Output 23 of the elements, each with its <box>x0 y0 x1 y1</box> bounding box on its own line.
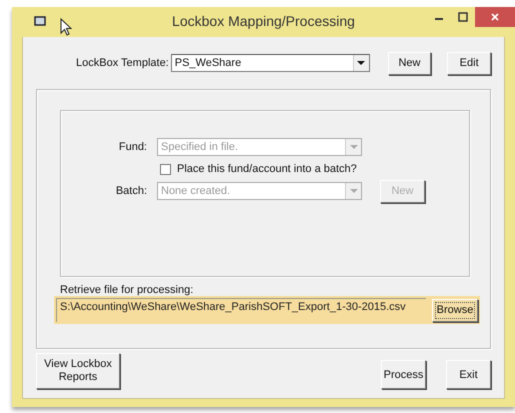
maximize-icon <box>458 12 468 22</box>
template-dropdown[interactable]: PS_WeShare <box>170 54 370 72</box>
process-button[interactable]: Process <box>381 360 426 389</box>
window-title: Lockbox Mapping/Processing <box>172 13 355 29</box>
file-label: Retrieve file for processing: <box>60 284 194 296</box>
close-icon <box>490 12 500 22</box>
view-reports-button[interactable]: View Lockbox Reports <box>36 353 120 389</box>
dropdown-arrow-icon <box>350 144 358 150</box>
new-button[interactable]: New <box>388 52 432 74</box>
batch-label: Batch: <box>114 185 147 197</box>
cursor-icon <box>60 18 72 36</box>
file-path-field[interactable]: S:\Accounting\WeShare\WeShare_ParishSOFT_Export_1-30-2015.csv <box>56 298 426 322</box>
exit-button[interactable]: Exit <box>446 360 491 389</box>
browse-button[interactable]: Browse <box>432 298 478 322</box>
batch-checkbox[interactable] <box>160 164 171 174</box>
fund-label: Fund: <box>118 141 147 153</box>
dropdown-arrow-icon <box>357 60 366 66</box>
checkbox-label: Place this fund/account into a batch? <box>177 163 357 175</box>
template-label: LockBox Template: <box>76 57 169 69</box>
close-button[interactable] <box>475 7 515 27</box>
window-icon <box>34 16 46 26</box>
edit-button[interactable]: Edit <box>447 52 492 74</box>
dropdown-arrow-icon <box>350 188 358 194</box>
